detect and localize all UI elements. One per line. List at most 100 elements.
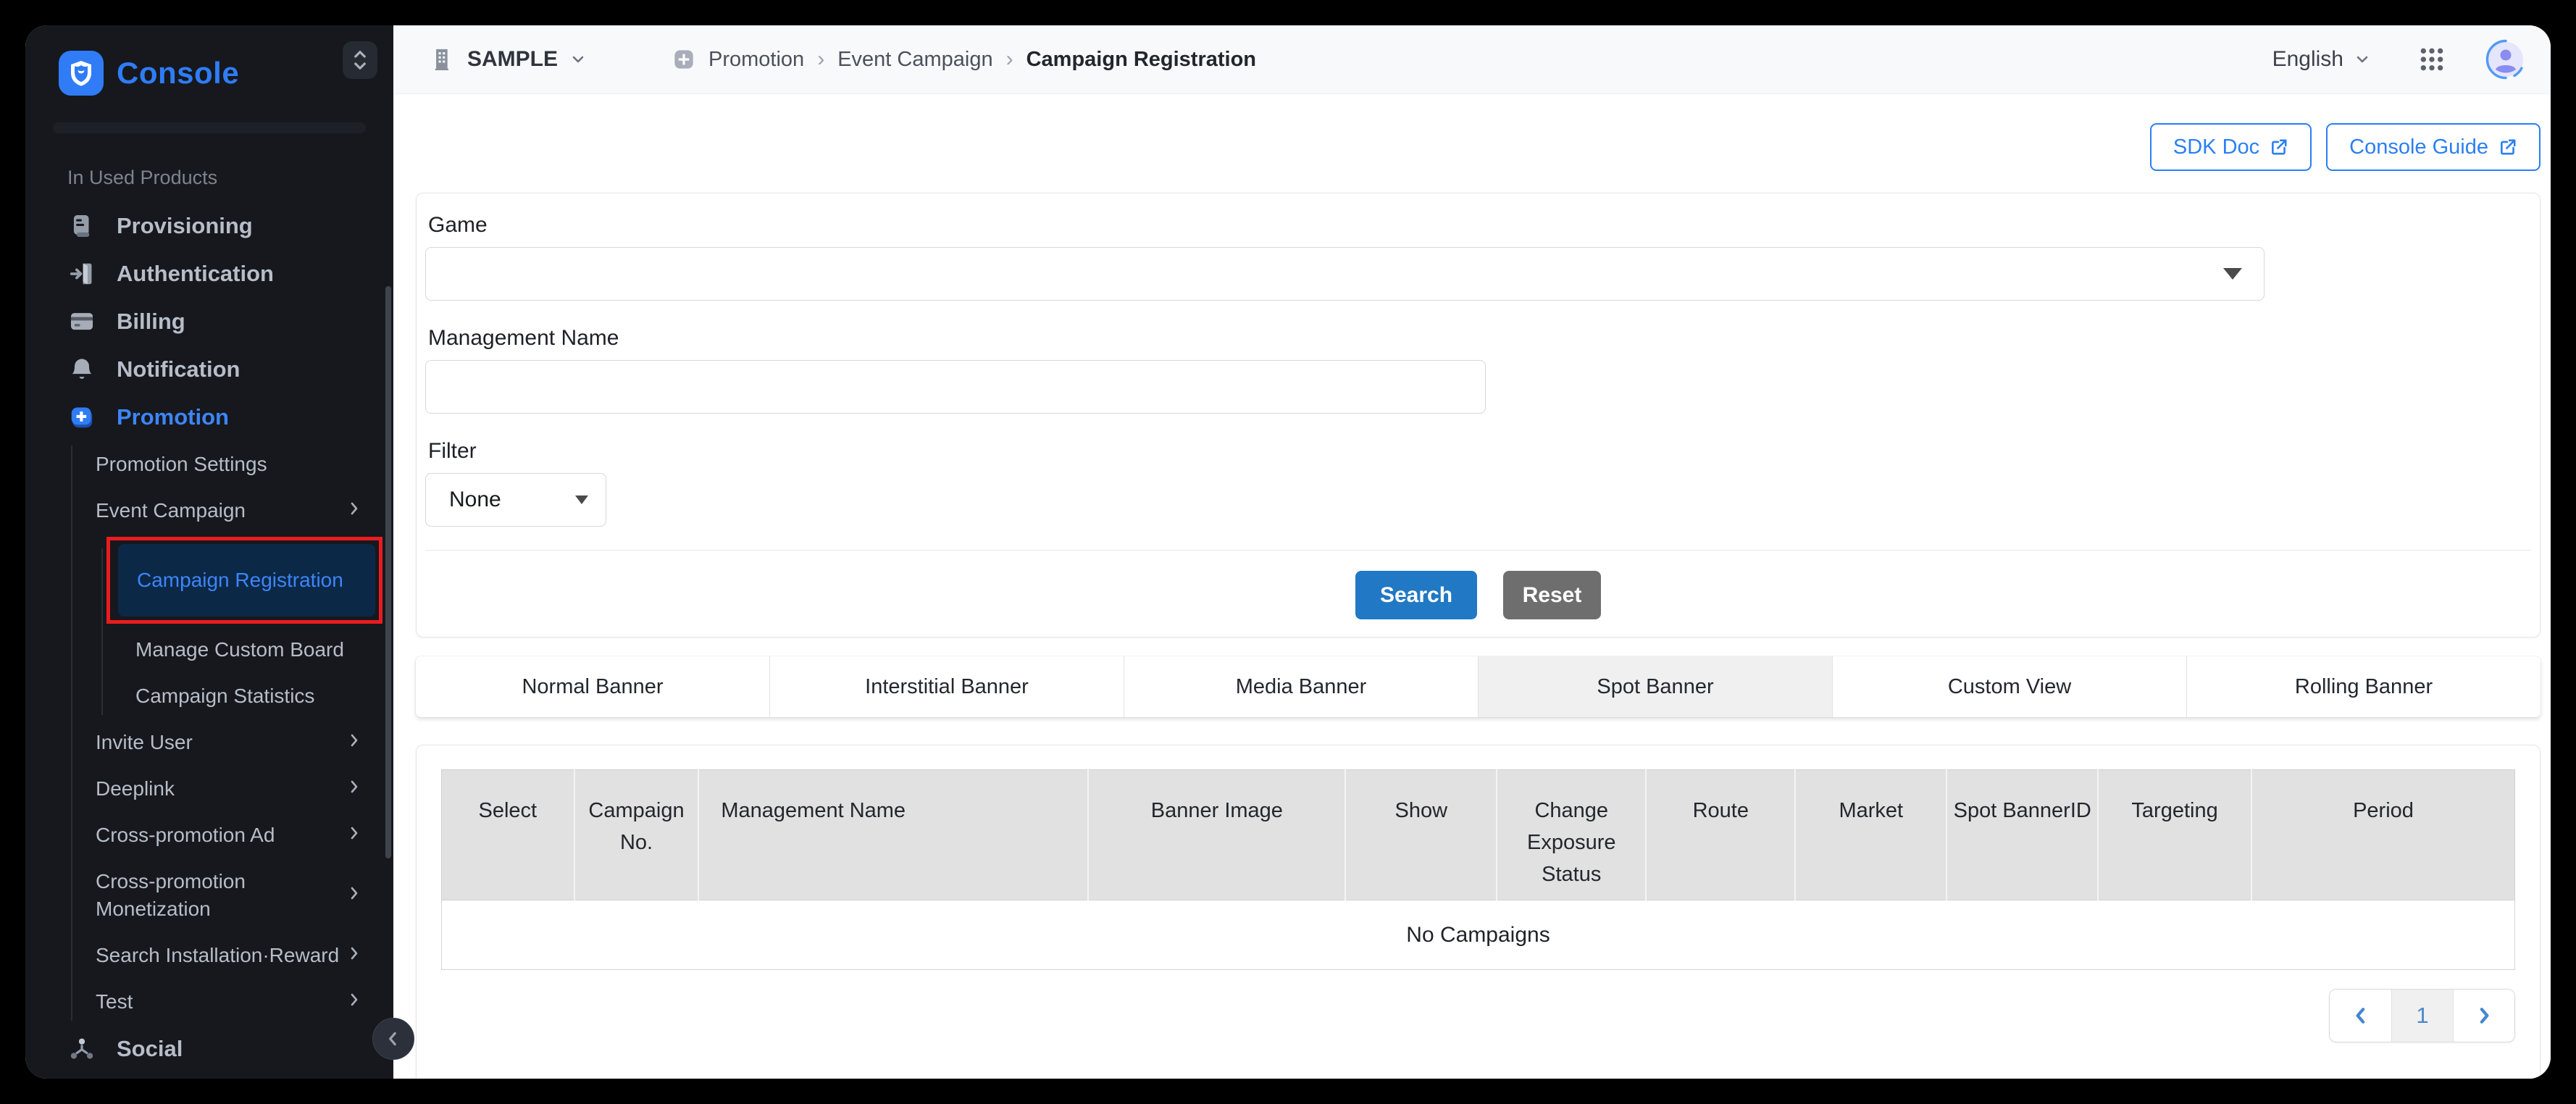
tab-interstitial-banner[interactable]: Interstitial Banner <box>769 656 1124 717</box>
chevron-right-icon <box>346 942 363 969</box>
sidebar-scrollbar[interactable] <box>385 286 391 858</box>
management-name-input[interactable] <box>425 360 1486 414</box>
sidebar-item-promotion-settings[interactable]: Promotion Settings <box>25 441 393 488</box>
sdk-doc-label: SDK Doc <box>2173 135 2259 159</box>
sidebar-item-label: Search Installation·Reward <box>96 942 339 969</box>
sidebar-item-test[interactable]: Test <box>25 979 393 1025</box>
reset-button[interactable]: Reset <box>1503 571 1601 619</box>
chevron-right-icon <box>346 821 363 849</box>
chevron-right-icon <box>2473 1005 2495 1026</box>
sidebar-item-billing[interactable]: Billing <box>25 298 393 346</box>
breadcrumb-separator: › <box>817 47 824 72</box>
main-area: SAMPLE Promotion › Event Campaign › Campaign… <box>393 25 2551 1079</box>
console-logo-icon <box>59 51 104 96</box>
submenu-event-campaign: Campaign Registration Manage Custom Board… <box>25 544 393 719</box>
sidebar-item-customer-service[interactable]: Customer Service <box>25 1073 393 1079</box>
column-header-banner-image: Banner Image <box>1088 770 1345 900</box>
sidebar-item-cross-promotion-monetization[interactable]: Cross-promotion Monetization <box>25 858 393 932</box>
sidebar-item-authentication[interactable]: Authentication <box>25 250 393 298</box>
provisioning-icon <box>67 212 96 241</box>
workspace-selector[interactable]: SAMPLE <box>431 46 587 72</box>
sidebar-collapse-button[interactable] <box>372 1018 414 1060</box>
sidebar-item-label: Billing <box>117 309 185 335</box>
breadcrumb-item-event-campaign[interactable]: Event Campaign <box>837 48 992 72</box>
header-right: English <box>2272 39 2526 80</box>
next-page-button[interactable] <box>2453 990 2514 1042</box>
column-header-show: Show <box>1345 770 1497 900</box>
select-caret-icon <box>2223 268 2242 280</box>
sidebar-item-campaign-statistics[interactable]: Campaign Statistics <box>25 673 393 719</box>
breadcrumb-separator: › <box>1006 47 1013 72</box>
authentication-icon <box>67 259 96 288</box>
column-header-campaign-no: Campaign No. <box>574 770 699 900</box>
sidebar-item-social[interactable]: Social <box>25 1025 393 1073</box>
tab-media-banner[interactable]: Media Banner <box>1124 656 1478 717</box>
building-icon <box>431 46 456 72</box>
sidebar-item-promotion[interactable]: Promotion <box>25 393 393 441</box>
column-header-route: Route <box>1646 770 1795 900</box>
breadcrumb-item-promotion[interactable]: Promotion <box>708 48 804 72</box>
chevron-left-icon <box>2350 1005 2372 1026</box>
sidebar-item-label: Manage Custom Board <box>135 635 344 664</box>
sidebar-item-label: Promotion <box>117 404 229 430</box>
sidebar-item-label: Notification <box>117 356 241 382</box>
sidebar-item-label: Cross-promotion Ad <box>96 821 275 849</box>
sidebar-item-event-campaign[interactable]: Event Campaign <box>25 488 393 534</box>
search-filter-panel: Game Management Name Filter None <box>416 193 2541 637</box>
sidebar-item-label: Promotion Settings <box>96 451 267 478</box>
table-header-row: SelectCampaign No.Management NameBanner … <box>442 770 2515 900</box>
tab-spot-banner[interactable]: Spot Banner <box>1478 656 1832 717</box>
sidebar-item-cross-promotion-ad[interactable]: Cross-promotion Ad <box>25 812 393 858</box>
promotion-badge-icon <box>672 48 695 71</box>
sdk-doc-button[interactable]: SDK Doc <box>2150 123 2312 171</box>
tab-custom-view[interactable]: Custom View <box>1832 656 2186 717</box>
campaign-table-panel: SelectCampaign No.Management NameBanner … <box>416 745 2541 1079</box>
sidebar-item-deeplink[interactable]: Deeplink <box>25 766 393 812</box>
search-button[interactable]: Search <box>1355 571 1477 619</box>
app-logo-text: Console <box>117 56 239 91</box>
campaign-table: SelectCampaign No.Management NameBanner … <box>441 769 2515 970</box>
sidebar-item-invite-user[interactable]: Invite User <box>25 719 393 766</box>
column-header-select: Select <box>442 770 574 900</box>
app-grid-icon[interactable] <box>2417 45 2446 74</box>
column-header-spot-bannerid: Spot BannerID <box>1946 770 2098 900</box>
notification-icon <box>67 355 96 384</box>
select-caret-icon <box>575 495 588 504</box>
prev-page-button[interactable] <box>2330 990 2391 1042</box>
doc-buttons-row: SDK Doc Console Guide <box>416 123 2541 171</box>
game-select[interactable] <box>425 247 2265 301</box>
sidebar-item-search-installation-reward[interactable]: Search Installation·Reward <box>25 932 393 979</box>
breadcrumb: Promotion›Event Campaign›Campaign Regist… <box>672 47 1256 72</box>
language-label: English <box>2272 47 2343 72</box>
tab-rolling-banner[interactable]: Rolling Banner <box>2186 656 2541 717</box>
console-guide-button[interactable]: Console Guide <box>2326 123 2541 171</box>
sidebar-item-label: Test <box>96 988 133 1016</box>
chevron-down-icon <box>2354 51 2371 68</box>
promotion-icon <box>67 403 96 432</box>
sidebar-item-campaign-registration[interactable]: Campaign Registration <box>118 544 375 616</box>
external-link-icon <box>2270 138 2288 156</box>
sidebar-section-label: In Used Products <box>67 167 393 189</box>
chevron-right-icon <box>346 497 363 524</box>
filter-select[interactable]: None <box>425 473 606 527</box>
user-avatar[interactable] <box>2485 39 2526 80</box>
filter-select-value: None <box>449 488 501 512</box>
tab-normal-banner[interactable]: Normal Banner <box>416 656 769 717</box>
sidebar-item-label: Deeplink <box>96 775 175 803</box>
sidebar-expand-toggle[interactable] <box>343 41 377 79</box>
pagination: 1 <box>2329 989 2515 1042</box>
sidebar-item-label: Campaign Registration <box>137 566 343 595</box>
column-header-change-exposure-status: Change Exposure Status <box>1497 770 1646 900</box>
column-header-period: Period <box>2251 770 2515 900</box>
chevron-right-icon <box>346 882 363 909</box>
game-label: Game <box>428 212 2531 238</box>
sidebar-item-manage-custom-board[interactable]: Manage Custom Board <box>25 627 393 673</box>
empty-state: No Campaigns <box>442 900 2515 970</box>
language-selector[interactable]: English <box>2272 47 2371 72</box>
workspace-name: SAMPLE <box>467 47 558 72</box>
sidebar-item-notification[interactable]: Notification <box>25 346 393 393</box>
sidebar-item-label: Event Campaign <box>96 497 246 524</box>
sidebar-item-label: Provisioning <box>117 213 253 239</box>
top-header: SAMPLE Promotion›Event Campaign›Campaign… <box>393 25 2551 94</box>
sidebar-item-provisioning[interactable]: Provisioning <box>25 202 393 250</box>
